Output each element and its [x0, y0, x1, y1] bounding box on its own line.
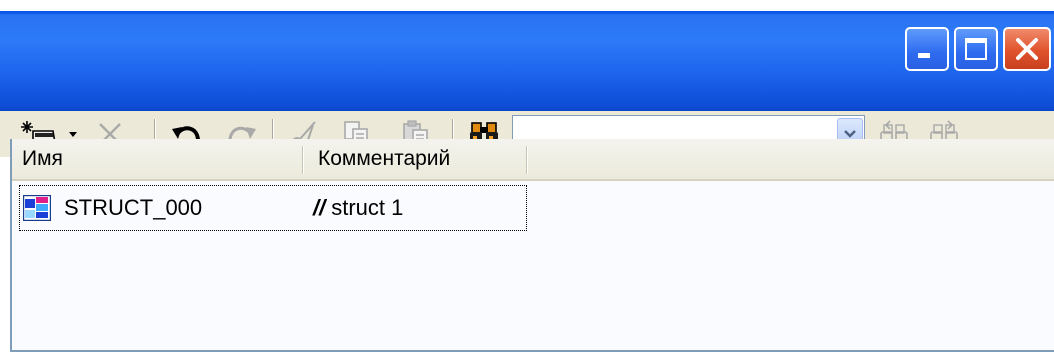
- list-item[interactable]: STRUCT_000 //struct 1: [19, 185, 527, 231]
- maximize-icon: [965, 38, 987, 60]
- column-header-name[interactable]: Имя: [12, 139, 302, 179]
- list-view: Имя Комментарий STRUCT_000 //struct 1: [10, 139, 1054, 352]
- comment-prefix: //: [313, 195, 326, 220]
- dropdown-arrow-icon: [69, 132, 77, 137]
- item-comment-text: struct 1: [331, 195, 404, 220]
- minimize-icon: [918, 53, 930, 58]
- column-header-comment[interactable]: Комментарий: [308, 139, 524, 179]
- item-comment: //struct 1: [313, 186, 403, 230]
- close-icon: [1016, 38, 1038, 60]
- list-body[interactable]: STRUCT_000 //struct 1: [12, 181, 1054, 350]
- column-divider[interactable]: [526, 146, 528, 174]
- chevron-down-icon: [844, 130, 856, 138]
- item-name: STRUCT_000: [64, 195, 203, 220]
- minimize-button[interactable]: [905, 27, 949, 71]
- list-header: Имя Комментарий: [12, 139, 1054, 181]
- struct-icon: [23, 195, 51, 221]
- window-title-bar: [0, 0, 1054, 111]
- close-button[interactable]: [1003, 27, 1051, 71]
- column-divider[interactable]: [302, 146, 304, 174]
- maximize-button[interactable]: [954, 27, 998, 71]
